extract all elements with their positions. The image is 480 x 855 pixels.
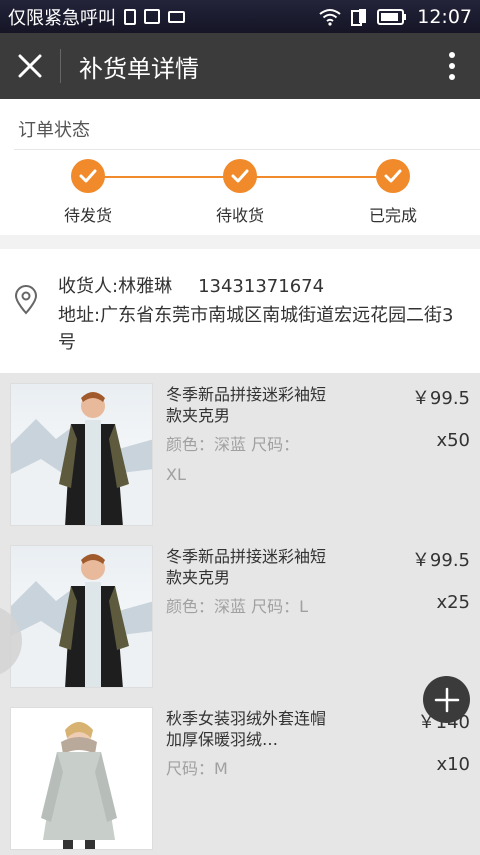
app-bar: 补货单详情 <box>0 33 480 99</box>
status-bar: 仅限紧急呼叫 12:07 <box>0 0 480 33</box>
list-item[interactable]: 冬季新品拼接迷彩袖短款夹克男 颜色：深蓝 尺码：XL ￥99.5 x50 <box>0 373 480 526</box>
more-menu-button[interactable] <box>424 33 480 99</box>
list-item[interactable]: 冬季新品拼接迷彩袖短款夹克男 颜色：深蓝 尺码：L ￥99.5 x25 <box>0 535 480 688</box>
product-name: 冬季新品拼接迷彩袖短款夹克男 <box>166 385 327 425</box>
product-name: 秋季女装羽绒外套连帽加厚保暖羽绒… <box>166 709 327 749</box>
address-card: 收货人:林雅琳 13431371674 地址:广东省东莞市南城区南城街道宏远花园二… <box>0 249 480 373</box>
product-list: 冬季新品拼接迷彩袖短款夹克男 颜色：深蓝 尺码：XL ￥99.5 x50 冬季新… <box>0 373 480 855</box>
more-vertical-icon <box>449 52 455 80</box>
status-step-pending-receipt: 待收货 <box>195 159 285 226</box>
add-floating-button[interactable] <box>423 676 470 723</box>
location-pin-icon <box>14 285 38 315</box>
check-icon <box>223 159 257 193</box>
receiver-line: 收货人:林雅琳 13431371674 <box>58 272 324 298</box>
list-item[interactable]: 秋季女装羽绒外套连帽加厚保暖羽绒… 尺码：M ￥140 x10 <box>0 697 480 850</box>
divider <box>14 149 480 150</box>
page-title: 补货单详情 <box>79 54 199 83</box>
product-spec: 尺码：M <box>166 759 228 778</box>
battery-icon <box>377 8 407 25</box>
check-icon <box>376 159 410 193</box>
product-quantity: x25 <box>436 592 470 613</box>
close-button[interactable] <box>0 33 60 99</box>
shipping-address: 地址:广东省东莞市南城区南城街道宏远花园二街3号 <box>58 305 454 353</box>
product-quantity: x10 <box>436 754 470 775</box>
product-image <box>10 707 153 850</box>
status-step-pending-shipment: 待发货 <box>43 159 133 226</box>
step-label: 已完成 <box>368 206 417 225</box>
phone-signal-icon <box>351 8 367 26</box>
product-price: ￥99.5 <box>411 550 470 571</box>
keyboard-icon <box>168 10 185 23</box>
receiver-phone: 13431371674 <box>198 276 325 297</box>
sim-icon <box>124 8 136 25</box>
product-spec: 颜色：深蓝 尺码：XL <box>166 435 300 484</box>
product-name: 冬季新品拼接迷彩袖短款夹克男 <box>166 547 327 587</box>
product-image <box>10 383 153 526</box>
status-step-completed: 已完成 <box>348 159 438 226</box>
product-quantity: x50 <box>436 430 470 451</box>
product-price: ￥99.5 <box>411 388 470 409</box>
order-status-label: 订单状态 <box>18 120 90 141</box>
close-icon <box>18 54 42 78</box>
check-icon <box>71 159 105 193</box>
wifi-icon <box>319 8 341 26</box>
product-image <box>10 545 153 688</box>
receiver-name: 收货人:林雅琳 <box>58 276 173 297</box>
plus-icon <box>434 687 459 712</box>
step-label: 待收货 <box>215 206 264 225</box>
app-bar-divider <box>60 49 61 83</box>
carrier-text: 仅限紧急呼叫 <box>8 7 116 29</box>
image-icon <box>144 9 160 24</box>
clock-time: 12:07 <box>417 5 472 28</box>
order-status-card: 订单状态 待发货 待收货 已完成 <box>0 99 480 235</box>
product-spec: 颜色：深蓝 尺码：L <box>166 597 309 616</box>
step-label: 待发货 <box>63 206 112 225</box>
